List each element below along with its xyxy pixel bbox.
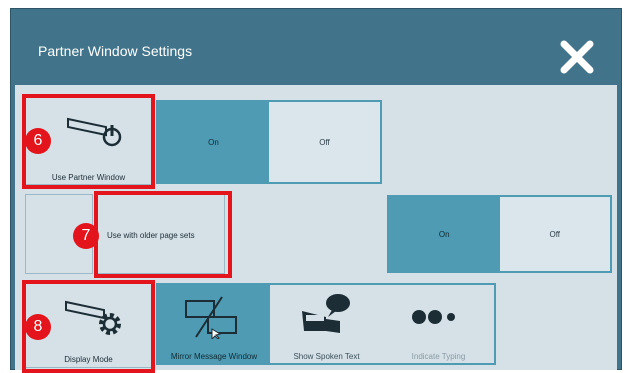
callout-7-badge: 7 xyxy=(73,223,99,249)
mode-mirror-label: Mirror Message Window xyxy=(170,352,258,361)
older-page-sets-off[interactable]: Off xyxy=(499,197,610,271)
mode-mirror-message-window[interactable]: Mirror Message Window xyxy=(158,285,270,363)
callout-7-outline xyxy=(94,191,232,278)
mode-typing-label: Indicate Typing xyxy=(411,352,466,361)
mode-spoken-label: Show Spoken Text xyxy=(293,352,360,361)
use-partner-window-on[interactable]: On xyxy=(158,102,269,182)
mirror-window-icon xyxy=(185,296,237,339)
older-page-sets-on[interactable]: On xyxy=(389,197,500,271)
dialog-title: Partner Window Settings xyxy=(38,43,193,59)
mode-indicate-typing[interactable]: Indicate Typing xyxy=(383,285,494,363)
mode-show-spoken-text[interactable]: Show Spoken Text xyxy=(270,285,383,363)
use-partner-window-toggle: On Off xyxy=(156,100,382,184)
typing-dots-icon xyxy=(412,310,455,324)
use-partner-window-off[interactable]: Off xyxy=(269,102,380,182)
older-page-sets-toggle: On Off xyxy=(387,195,612,273)
callout-6-badge: 6 xyxy=(25,128,51,154)
callout-8-badge: 8 xyxy=(25,314,51,340)
close-icon[interactable] xyxy=(559,39,595,75)
speaker-person-icon xyxy=(302,294,350,333)
display-mode-options: Mirror Message Window Show Spoken Text I… xyxy=(156,283,496,365)
